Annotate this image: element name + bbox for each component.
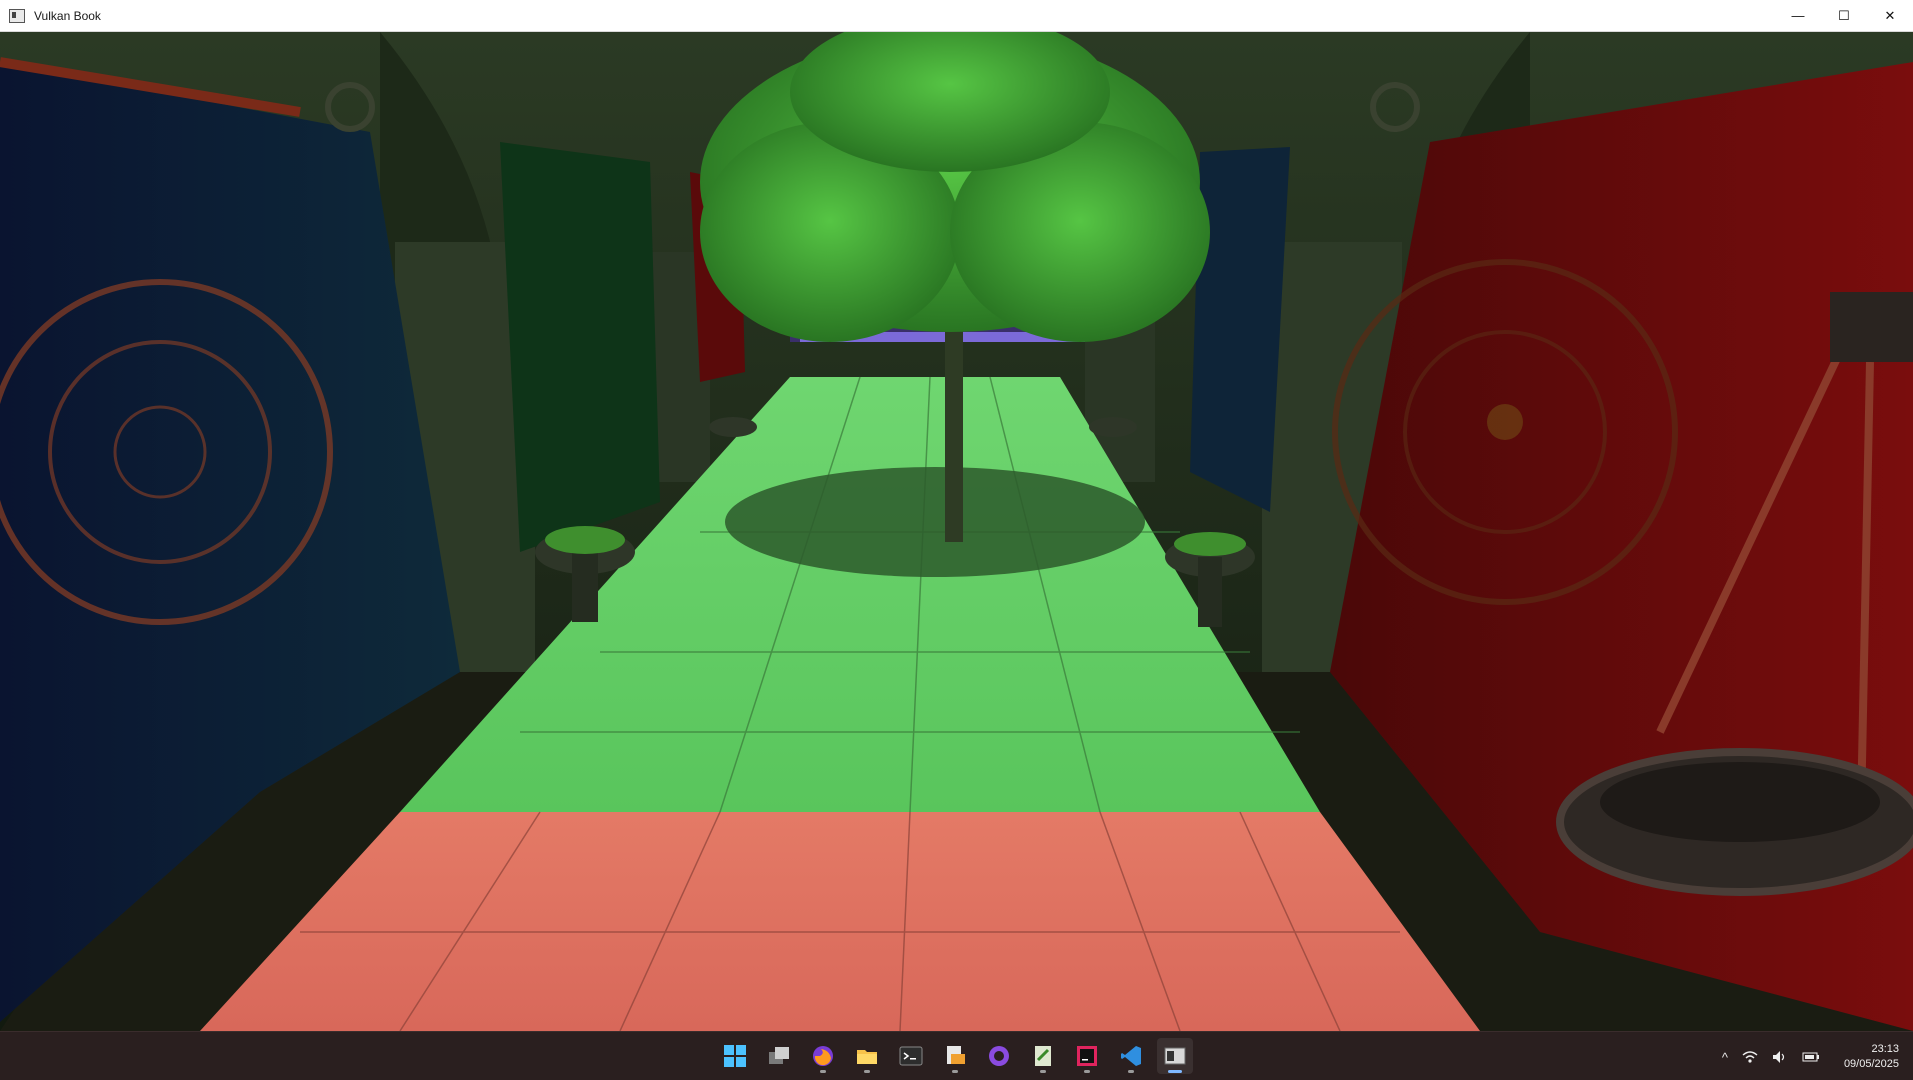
tree-trunk: [945, 312, 963, 542]
vscode-icon: [1121, 1046, 1141, 1066]
curtain-inner-left-green: [500, 142, 660, 552]
start-button[interactable]: [717, 1038, 753, 1074]
running-indicator: [864, 1070, 870, 1073]
clock-date: 09/05/2025: [1843, 1058, 1899, 1070]
running-indicator: [1168, 1070, 1182, 1073]
taskbar-vscode[interactable]: [1113, 1038, 1149, 1074]
taskbar-file-manager[interactable]: [937, 1038, 973, 1074]
brazier-mount: [1830, 292, 1913, 362]
render-viewport[interactable]: [0, 32, 1913, 1031]
taskbar-intellij[interactable]: [1069, 1038, 1105, 1074]
minimize-button[interactable]: —: [1775, 0, 1821, 31]
system-tray: ^ 23:13 09/05/2025: [1722, 1038, 1899, 1076]
jetbrains-icon: [1077, 1046, 1097, 1066]
taskbar-github-desktop[interactable]: [981, 1038, 1017, 1074]
scene-render: [0, 32, 1913, 1031]
taskbar-vulkan-book[interactable]: [1157, 1038, 1193, 1074]
taskbar-apps: [717, 1038, 1193, 1076]
wifi-icon[interactable]: [1742, 1050, 1758, 1064]
taskbar-firefox[interactable]: [805, 1038, 841, 1074]
editor-icon: [1035, 1046, 1051, 1066]
floor-lit-red: [200, 812, 1480, 1031]
clock-time: 23:13: [1871, 1043, 1899, 1055]
terminal-icon: [899, 1046, 923, 1066]
taskbar-clock[interactable]: 23:13 09/05/2025: [1844, 1042, 1899, 1072]
taskbar-editor[interactable]: [1025, 1038, 1061, 1074]
title-bar: Vulkan Book — ☐ ✕: [0, 0, 1913, 32]
window-controls: — ☐ ✕: [1775, 0, 1913, 31]
running-indicator: [1040, 1070, 1046, 1073]
taskbar-file-explorer[interactable]: [849, 1038, 885, 1074]
running-indicator: [1128, 1070, 1134, 1073]
running-indicator: [820, 1070, 826, 1073]
firefox-icon: [813, 1046, 833, 1066]
battery-icon[interactable]: [1802, 1051, 1820, 1063]
folder-icon: [857, 1050, 877, 1064]
github-icon: [989, 1046, 1009, 1066]
taskbar-terminal[interactable]: [893, 1038, 929, 1074]
close-button[interactable]: ✕: [1867, 0, 1913, 31]
windows-start-icon: [724, 1045, 746, 1067]
app-window-icon: [9, 8, 25, 23]
tray-chevron-icon[interactable]: ^: [1722, 1050, 1728, 1065]
app-window-icon: [1164, 1047, 1186, 1065]
running-indicator: [1084, 1070, 1090, 1073]
tree-shadow: [725, 467, 1145, 577]
window-title: Vulkan Book: [34, 8, 101, 23]
task-view-button[interactable]: [761, 1038, 797, 1074]
volume-icon[interactable]: [1772, 1050, 1788, 1064]
running-indicator: [952, 1070, 958, 1073]
maximize-button[interactable]: ☐: [1821, 0, 1867, 31]
task-view-icon: [769, 1047, 789, 1064]
taskbar: ^ 23:13 09/05/2025: [0, 1031, 1913, 1080]
file-manager-icon: [947, 1046, 965, 1064]
